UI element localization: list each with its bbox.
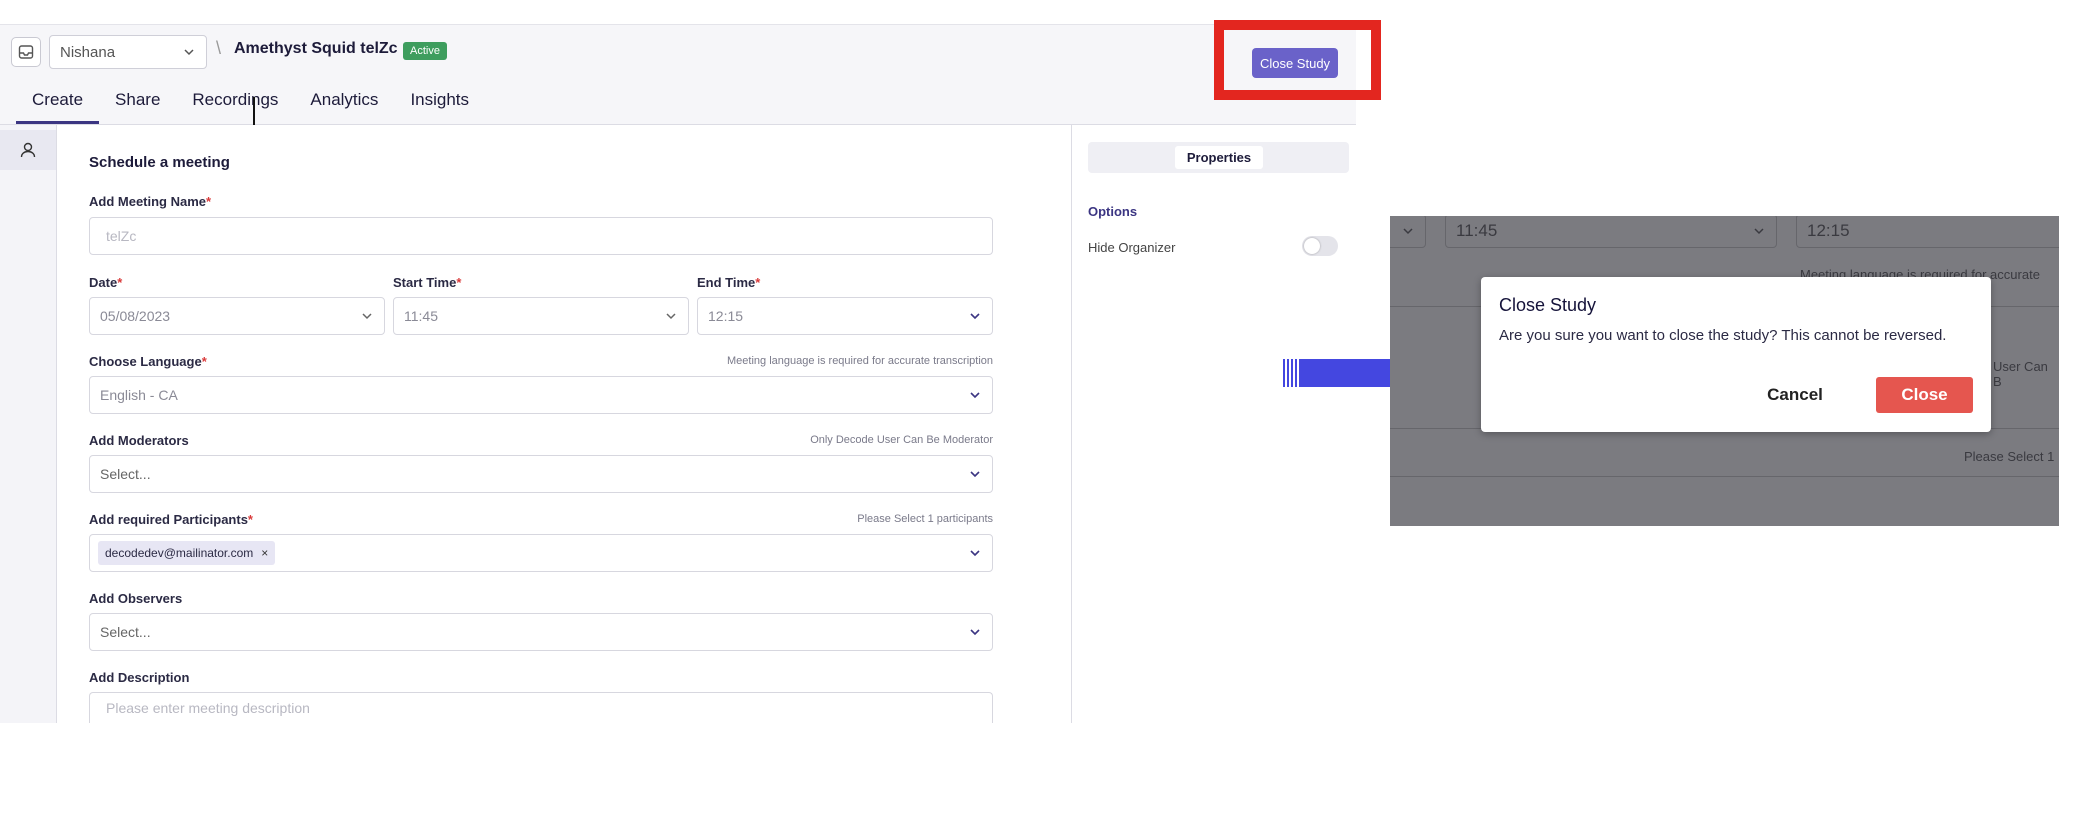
toggle-knob	[1304, 238, 1320, 254]
dialog-message: Are you sure you want to close the study…	[1499, 327, 1947, 344]
moderators-label: Add Moderators	[89, 433, 189, 448]
chevron-down-icon	[184, 49, 194, 56]
hide-organizer-label: Hide Organizer	[1088, 240, 1176, 255]
zoom-end-time-value: 12:15	[1807, 221, 1850, 240]
start-time-select[interactable]: 11:45	[393, 297, 689, 335]
moderators-select[interactable]: Select...	[89, 455, 993, 493]
start-time-value: 11:45	[404, 308, 438, 324]
date-field[interactable]: 05/08/2023	[89, 297, 385, 335]
chevron-down-icon	[666, 313, 676, 320]
zoom-end-time-field: 12:15	[1796, 216, 2059, 248]
study-title: Amethyst Squid telZc	[234, 40, 398, 57]
moderators-placeholder: Select...	[100, 466, 151, 482]
chevron-down-icon	[970, 313, 980, 320]
tab-analytics[interactable]: Analytics	[294, 90, 394, 124]
rail-item-person[interactable]	[0, 130, 56, 170]
description-placeholder: Please enter meeting description	[106, 700, 310, 716]
moderators-hint: Only Decode User Can Be Moderator	[810, 434, 993, 446]
end-time-value: 12:15	[708, 308, 744, 324]
tab-insights[interactable]: Insights	[394, 90, 485, 124]
date-label: Date*	[89, 275, 123, 290]
chevron-down-icon	[1403, 228, 1413, 235]
zoom-participants-hint: Please Select 1	[1964, 449, 2055, 464]
status-badge: Active	[403, 42, 447, 60]
zoom-start-time-field: 11:45	[1445, 216, 1777, 248]
options-title: Options	[1088, 204, 1138, 219]
language-hint: Meeting language is required for accurat…	[727, 355, 993, 367]
zoom-date-field	[1390, 216, 1426, 248]
zoom-field-edge	[1390, 476, 2059, 477]
chevron-down-icon	[970, 392, 980, 399]
date-value: 05/08/2023	[100, 308, 171, 324]
language-select[interactable]: English - CA	[89, 376, 993, 414]
zoom-moderator-hint: User Can B	[1993, 359, 2048, 389]
inbox-icon	[18, 45, 34, 59]
workspace-select-value: Nishana	[60, 43, 116, 61]
start-time-label: Start Time*	[393, 275, 462, 290]
chip-remove-icon[interactable]: ×	[261, 546, 268, 560]
end-time-label: End Time*	[697, 275, 761, 290]
description-label: Add Description	[89, 670, 190, 685]
observers-select[interactable]: Select...	[89, 613, 993, 651]
tab-share[interactable]: Share	[99, 90, 176, 124]
meeting-name-label: Add Meeting Name*	[89, 194, 212, 209]
observers-placeholder: Select...	[100, 624, 151, 640]
tab-properties[interactable]: Properties	[1175, 146, 1263, 169]
end-time-select[interactable]: 12:15	[697, 297, 993, 335]
participants-hint: Please Select 1 participants	[857, 513, 993, 525]
tab-recordings[interactable]: Recordings	[176, 90, 294, 124]
language-label: Choose Language*	[89, 354, 207, 369]
language-value: English - CA	[100, 387, 178, 403]
chevron-down-icon	[970, 629, 980, 636]
highlight-box	[1214, 20, 1381, 100]
observers-label: Add Observers	[89, 591, 183, 606]
stage: Nishana \ Amethyst Squid telZc Active Cl…	[0, 0, 2100, 840]
meeting-name-input[interactable]: telZc	[89, 217, 993, 255]
description-textarea[interactable]: Please enter meeting description	[89, 692, 993, 723]
workspace-select[interactable]: Nishana	[49, 35, 207, 69]
participant-chip: decodedev@mailinator.com ×	[98, 541, 276, 565]
dialog-title: Close Study	[1499, 295, 1597, 315]
chevron-down-icon	[970, 471, 980, 478]
tab-bar: Create Share Recordings Analytics Insigh…	[16, 90, 485, 124]
dialog-cancel-button[interactable]: Cancel	[1748, 377, 1842, 413]
breadcrumb-separator: \	[216, 38, 222, 58]
left-rail	[0, 125, 57, 723]
inbox-button[interactable]	[11, 37, 41, 67]
close-study-dialog: Close Study Are you sure you want to clo…	[1481, 277, 1991, 432]
dialog-close-button[interactable]: Close	[1876, 377, 1973, 413]
panel-divider	[1071, 125, 1072, 723]
hide-organizer-toggle[interactable]	[1302, 236, 1338, 256]
tab-create[interactable]: Create	[16, 90, 100, 124]
participants-select[interactable]: decodedev@mailinator.com ×	[89, 534, 993, 572]
zoom-start-time-value: 11:45	[1456, 221, 1498, 240]
participant-chip-label: decodedev@mailinator.com	[105, 546, 254, 560]
chevron-down-icon	[362, 313, 372, 320]
participants-label: Add required Participants*	[89, 512, 253, 527]
meeting-name-placeholder: telZc	[106, 228, 137, 244]
chevron-down-icon	[970, 550, 980, 557]
chevron-down-icon	[1754, 228, 1764, 235]
form-title: Schedule a meeting	[89, 154, 230, 171]
person-icon	[20, 142, 36, 158]
app-window: Nishana \ Amethyst Squid telZc Active Cl…	[0, 0, 1381, 723]
